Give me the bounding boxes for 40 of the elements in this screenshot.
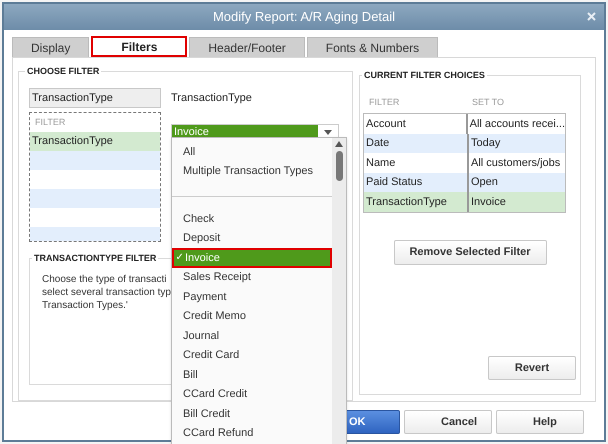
dropdown-option[interactable]: Bill: [172, 365, 332, 384]
dialog-button[interactable]: Help: [496, 410, 584, 434]
dropdown-option[interactable]: Payment: [172, 287, 332, 306]
help-text-line: Transaction Types.': [42, 299, 128, 312]
scrollbar[interactable]: [332, 138, 346, 444]
tab[interactable]: Fonts & Numbers: [306, 37, 438, 58]
dropdown-option[interactable]: ✓Invoice: [172, 248, 332, 268]
column-header: FILTER: [368, 96, 400, 110]
table-cell-text: All accounts recei...: [468, 116, 565, 132]
dropdown-arrow-icon: [324, 130, 332, 135]
dropdown-option[interactable]: Credit Card: [172, 346, 332, 365]
dropdown-option[interactable]: Sales Receipt: [172, 268, 332, 287]
window-title: Modify Report: A/R Aging Detail: [212, 8, 396, 26]
field-label: TransactionType: [171, 91, 253, 106]
dropdown-option[interactable]: Journal: [172, 326, 332, 346]
table-cell-text: Invoice: [470, 194, 506, 210]
tab[interactable]: Display: [12, 37, 90, 58]
dropdown-option[interactable]: Deposit: [172, 228, 332, 248]
column-header: FILTER: [34, 116, 66, 129]
dropdown-option[interactable]: All: [172, 142, 332, 162]
table-cell-text: Today: [470, 136, 500, 151]
table-cell-text: All customers/jobs: [470, 156, 560, 170]
remove-filter-button[interactable]: Remove Selected Filter: [394, 240, 546, 264]
help-text-line: select several transaction typ: [42, 286, 171, 299]
table-cell-text: Open: [470, 175, 498, 190]
dialog-button[interactable]: Cancel: [404, 410, 492, 434]
revert-button[interactable]: Revert: [488, 356, 576, 380]
column-header: SET TO: [471, 96, 504, 110]
table-cell: TransactionType: [364, 192, 469, 212]
dropdown-option[interactable]: Credit Memo: [172, 306, 332, 326]
list-item[interactable]: TransactionType: [30, 132, 160, 151]
scrollbar-thumb[interactable]: [336, 151, 342, 181]
tab[interactable]: Header/Footer: [189, 37, 305, 58]
dropdown-option[interactable]: Check: [172, 209, 332, 228]
scroll-up-icon[interactable]: [335, 141, 343, 147]
close-icon[interactable]: [587, 12, 596, 21]
dropdown-option[interactable]: CCard Credit: [172, 384, 332, 404]
dropdown-option[interactable]: Multiple Transaction Types: [172, 162, 332, 181]
help-text-line: Choose the type of transacti: [42, 273, 167, 286]
tab[interactable]: Filters: [91, 36, 188, 57]
